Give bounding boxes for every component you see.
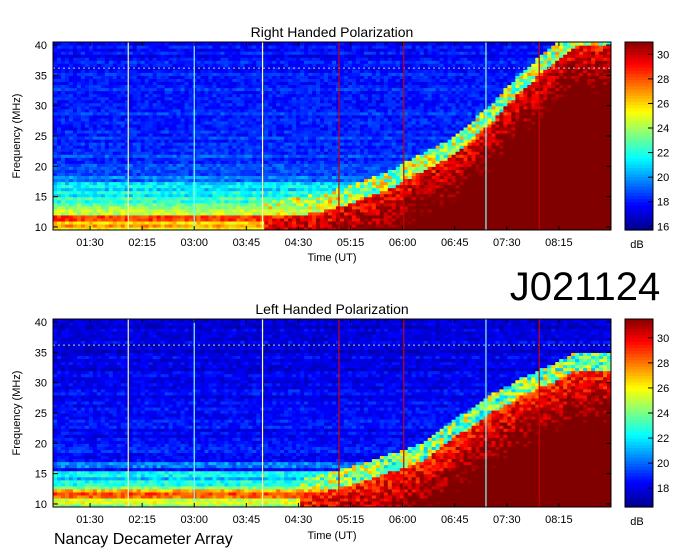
chart-title-right: Right Handed Polarization	[251, 24, 414, 40]
right-spectrogram	[53, 42, 611, 230]
figure: Right Handed Polarization 01:30 02:15 03:0…	[11, 24, 669, 548]
right-polarization-panel: Right Handed Polarization 01:30 02:15 03:0…	[11, 24, 669, 264]
